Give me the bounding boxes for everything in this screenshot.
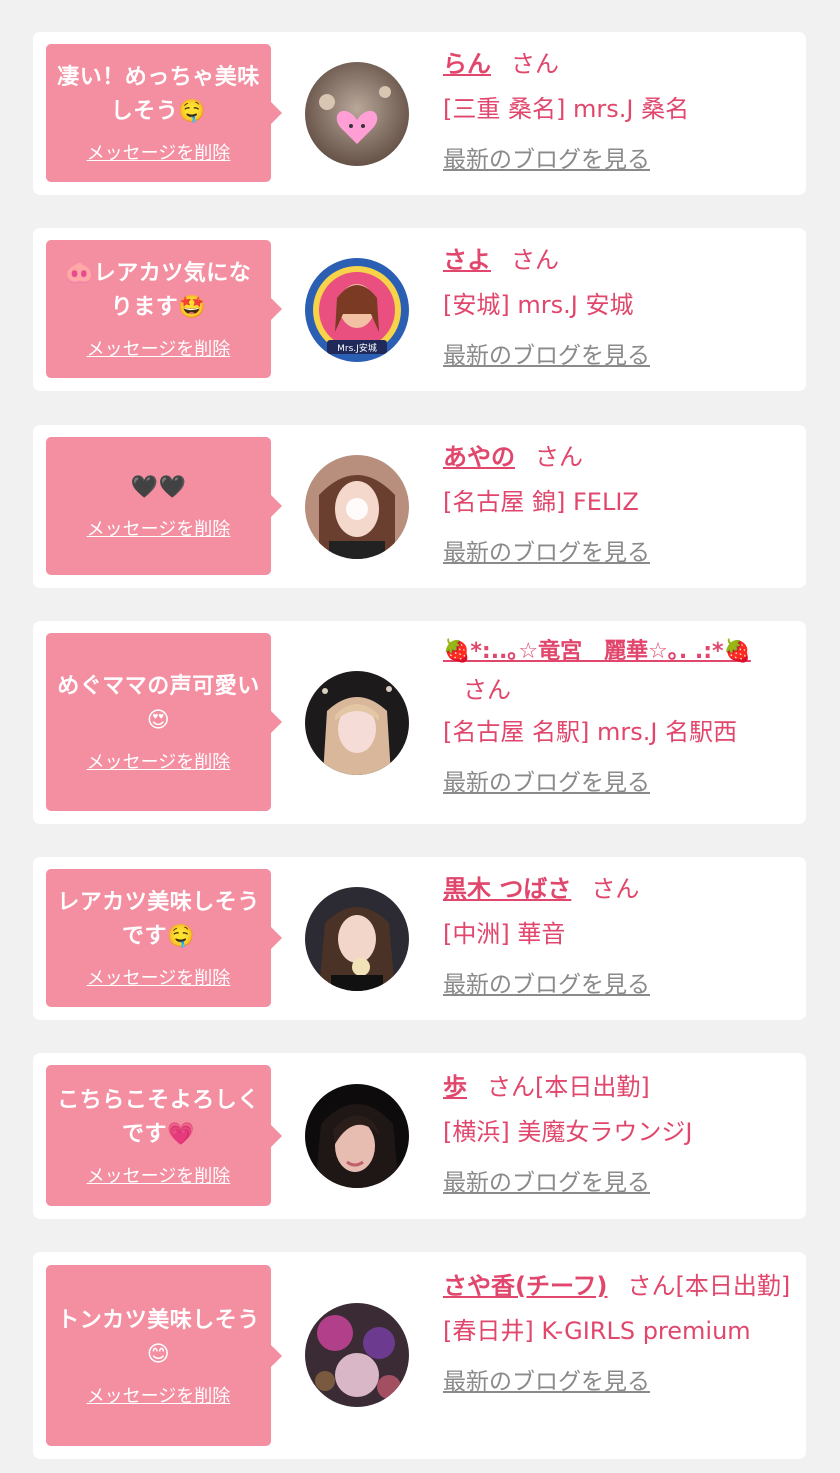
message-text: レアカツ美味しそうです🤤 <box>57 890 260 949</box>
sender-name-link[interactable]: さや香(チーフ) <box>443 1272 608 1300</box>
message-bubble: 🐽レアカツ気になります🤩 メッセージを削除 <box>46 240 282 378</box>
delete-message-link[interactable]: メッセージを削除 <box>87 964 231 990</box>
delete-message-link[interactable]: メッセージを削除 <box>87 515 231 541</box>
latest-blog-link[interactable]: 最新のブログを見る <box>443 763 650 797</box>
sender-name-link[interactable]: あやの <box>443 443 515 471</box>
sender-info: さや香(チーフ) さん[本日出勤] [春日井] K-GIRLS premium 最… <box>443 1264 793 1396</box>
sender-info: らん さん [三重 桑名] mrs.J 桑名 最新のブログを見る <box>443 42 793 174</box>
message-card: こちらこそよろしくです💗 メッセージを削除 歩さん[本日出勤] [横浜] 美魔女… <box>33 1053 806 1219</box>
shop-name: [三重 桑名] mrs.J 桑名 <box>443 95 690 123</box>
honorific: さん <box>463 676 511 704</box>
sender-name-link[interactable]: さよ <box>443 246 491 274</box>
sender-name-link[interactable]: 黒木 つばさ <box>443 875 571 903</box>
latest-blog-link[interactable]: 最新のブログを見る <box>443 533 650 567</box>
delete-message-link[interactable]: メッセージを削除 <box>87 139 231 165</box>
work-status: [本日出勤] <box>535 1073 650 1101</box>
sender-info: 歩さん[本日出勤] [横浜] 美魔女ラウンジJ 最新のブログを見る <box>443 1065 793 1197</box>
sender-info: 🍓*:..｡☆竜宮 麗華☆｡. .:*🍓 さん [名古屋 名駅] mrs.J 名駅… <box>443 631 793 797</box>
message-bubble: 凄い！めっちゃ美味しそう🤤 メッセージを削除 <box>46 44 282 182</box>
latest-blog-link[interactable]: 最新のブログを見る <box>443 965 650 999</box>
latest-blog-link[interactable]: 最新のブログを見る <box>443 336 650 370</box>
latest-blog-link[interactable]: 最新のブログを見る <box>443 1163 650 1197</box>
honorific: さん <box>535 443 583 471</box>
latest-blog-link[interactable]: 最新のブログを見る <box>443 140 650 174</box>
message-card: めぐママの声可愛い😍 メッセージを削除 🍓*:..｡☆竜宮 麗華☆｡. .:*🍓… <box>33 621 806 824</box>
latest-blog-link[interactable]: 最新のブログを見る <box>443 1362 650 1396</box>
delete-message-link[interactable]: メッセージを削除 <box>87 1382 231 1408</box>
honorific: さん <box>487 1073 535 1101</box>
message-bubble: こちらこそよろしくです💗 メッセージを削除 <box>46 1065 282 1206</box>
message-card: トンカツ美味しそう😊 メッセージを削除 さや香(チーフ) さん[本日出勤] [春日… <box>33 1252 806 1459</box>
sender-info: あやの さん [名古屋 錦] FELIZ 最新のブログを見る <box>443 435 793 567</box>
message-text: 🐽レアカツ気になります🤩 <box>65 261 252 320</box>
honorific: さん <box>591 875 640 903</box>
message-card: 🐽レアカツ気になります🤩 メッセージを削除 Mrs.J安城 さよ さん [安城] … <box>33 228 806 391</box>
sender-name-link[interactable]: らん <box>443 50 491 78</box>
message-card: 凄い！めっちゃ美味しそう🤤 メッセージを削除 らん さん [三重 桑名] mrs.… <box>33 32 806 195</box>
shop-name: [名古屋 錦] FELIZ <box>443 488 639 516</box>
message-text: めぐママの声可愛い😍 <box>57 674 260 733</box>
work-status: [本日出勤] <box>675 1272 791 1300</box>
avatar[interactable] <box>305 455 409 559</box>
avatar-caption: Mrs.J安城 <box>337 342 377 354</box>
shop-name: [中洲] 華音 <box>443 920 566 948</box>
message-bubble: 🖤🖤 メッセージを削除 <box>46 437 282 575</box>
message-bubble: レアカツ美味しそうです🤤 メッセージを削除 <box>46 869 282 1007</box>
honorific: さん <box>511 50 559 78</box>
message-bubble: トンカツ美味しそう😊 メッセージを削除 <box>46 1265 282 1446</box>
sender-info: さよ さん [安城] mrs.J 安城 最新のブログを見る <box>443 238 793 370</box>
honorific: さん <box>511 246 559 274</box>
message-card: レアカツ美味しそうです🤤 メッセージを削除 黒木 つばさ さん [中洲] 華音 最… <box>33 857 806 1020</box>
avatar[interactable] <box>305 887 409 991</box>
message-card: 🖤🖤 メッセージを削除 あやの さん [名古屋 錦] FELIZ 最新のブログを見… <box>33 425 806 588</box>
avatar[interactable] <box>305 62 409 166</box>
sender-name-link[interactable]: 🍓*:..｡☆竜宮 麗華☆｡. .:*🍓 <box>443 639 751 664</box>
sender-name-link[interactable]: 歩 <box>443 1073 467 1101</box>
shop-name: [安城] mrs.J 安城 <box>443 291 634 319</box>
message-text: 🖤🖤 <box>130 475 187 500</box>
avatar[interactable]: Mrs.J安城 <box>305 258 409 362</box>
message-text: トンカツ美味しそう😊 <box>57 1307 260 1367</box>
avatar[interactable] <box>305 1303 409 1407</box>
delete-message-link[interactable]: メッセージを削除 <box>87 335 231 361</box>
message-bubble: めぐママの声可愛い😍 メッセージを削除 <box>46 633 282 811</box>
message-text: こちらこそよろしくです💗 <box>57 1087 260 1147</box>
delete-message-link[interactable]: メッセージを削除 <box>87 748 231 774</box>
avatar[interactable] <box>305 1084 409 1188</box>
avatar[interactable] <box>305 671 409 775</box>
delete-message-link[interactable]: メッセージを削除 <box>87 1162 231 1188</box>
honorific: さん <box>627 1272 676 1300</box>
shop-name: [春日井] K-GIRLS premium <box>443 1317 751 1345</box>
message-text: 凄い！めっちゃ美味しそう🤤 <box>57 65 260 124</box>
shop-name: [横浜] 美魔女ラウンジJ <box>443 1118 693 1146</box>
shop-name: [名古屋 名駅] mrs.J 名駅西 <box>443 718 738 746</box>
sender-info: 黒木 つばさ さん [中洲] 華音 最新のブログを見る <box>443 867 793 999</box>
